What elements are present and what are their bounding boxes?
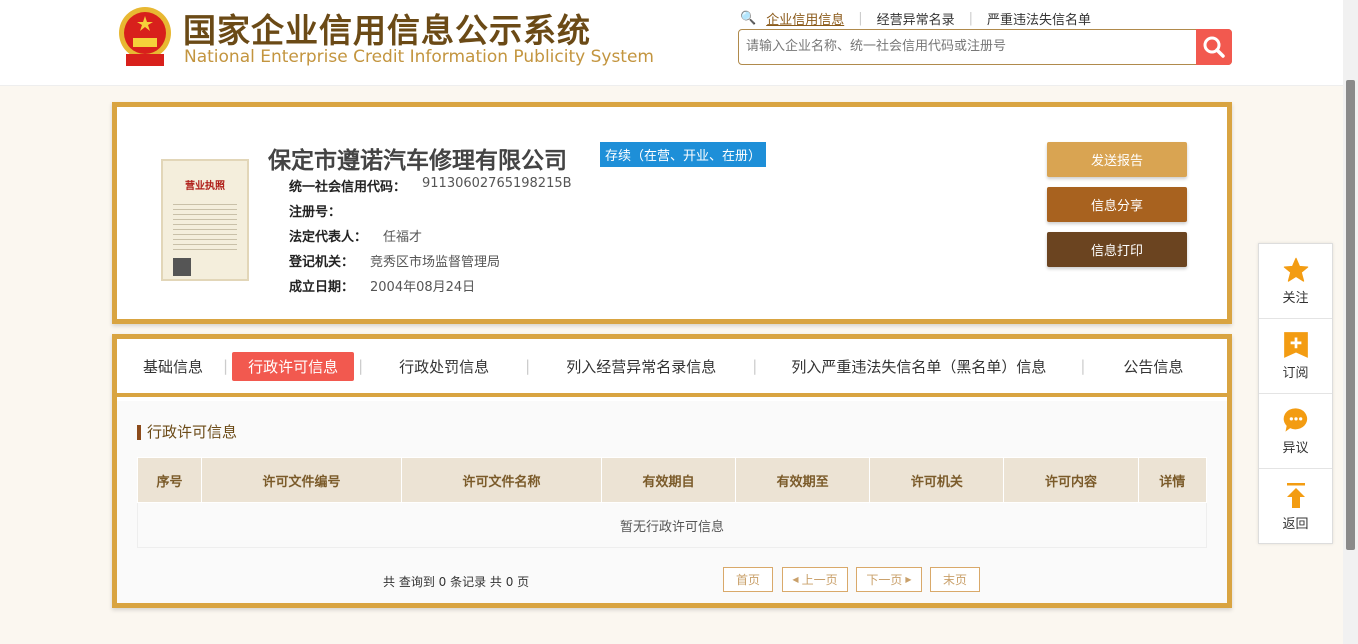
back-to-top-button[interactable]: 返回 (1259, 469, 1332, 544)
subscribe-button[interactable]: 订阅 (1259, 319, 1332, 394)
license-table: 序号 许可文件编号 许可文件名称 有效期自 有效期至 许可机关 许可内容 详情 … (137, 457, 1208, 548)
side-toolbar: 关注 订阅 异议 返回 (1258, 243, 1333, 544)
tab-basic-info[interactable]: 基础信息 (127, 352, 219, 381)
search-box (738, 29, 1232, 65)
business-license-image: 营业执照 (161, 159, 249, 281)
empty-message: 暂无行政许可信息 (137, 502, 1207, 548)
license-title: 营业执照 (185, 181, 225, 192)
national-emblem-icon (119, 7, 171, 66)
divider: | (858, 11, 863, 26)
back-label: 返回 (1282, 516, 1309, 532)
link-abnormal-list[interactable]: 经营异常名录 (877, 9, 955, 28)
table-row: 暂无行政许可信息 (137, 502, 1207, 548)
arrow-up-icon (1286, 482, 1305, 508)
search-input[interactable] (739, 30, 1189, 62)
field-legal-rep: 法定代表人： 任福才 (289, 230, 423, 245)
column-header: 许可文件名称 (400, 457, 602, 503)
column-header: 许可文件编号 (201, 457, 402, 503)
column-header: 有效期自 (600, 457, 737, 503)
company-name: 保定市遵诺汽车修理有限公司 (268, 148, 567, 174)
print-info-button[interactable]: 信息打印 (1047, 232, 1187, 267)
send-report-button[interactable]: 发送报告 (1047, 142, 1187, 177)
bookmark-plus-icon (1283, 332, 1308, 358)
company-info-card: 营业执照 保定市遵诺汽车修理有限公司 存续（在营、开业、在册） 统一社会信用代码… (112, 102, 1232, 324)
field-credit-code: 统一社会信用代码： 91130602765198215B (289, 176, 572, 195)
section-title: 行政许可信息 (137, 425, 237, 440)
column-header: 序号 (137, 457, 202, 503)
subscribe-label: 订阅 (1282, 366, 1309, 381)
scrollbar[interactable] (1343, 0, 1358, 644)
tab-bar: 基础信息 | 行政许可信息 | 行政处罚信息 | 列入经营异常名录信息 | 列入严重违法… (117, 339, 1227, 397)
divider: | (968, 11, 973, 26)
objection-button[interactable]: 异议 (1259, 394, 1332, 469)
link-blacklist[interactable]: 严重违法失信名单 (987, 9, 1091, 28)
search-button[interactable] (1196, 29, 1232, 65)
column-header: 详情 (1137, 457, 1208, 503)
objection-label: 异议 (1282, 441, 1309, 456)
next-page-button[interactable]: 下一页 ▶ (856, 567, 922, 592)
scrollbar-thumb[interactable] (1346, 80, 1355, 550)
tab-abnormal-list[interactable]: 列入经营异常名录信息 (550, 352, 732, 381)
status-badge: 存续（在营、开业、在册） (600, 142, 767, 167)
search-category-links: 🔍 企业信用信息 | 经营异常名录 | 严重违法失信名单 (740, 9, 1091, 28)
site-subtitle: National Enterprise Credit Information P… (184, 47, 654, 67)
share-info-button[interactable]: 信息分享 (1047, 187, 1187, 222)
follow-label: 关注 (1282, 291, 1309, 306)
table-header-row: 序号 许可文件编号 许可文件名称 有效期自 有效期至 许可机关 许可内容 详情 (137, 457, 1208, 503)
tab-announcements[interactable]: 公告信息 (1107, 352, 1199, 381)
details-card: 基础信息 | 行政许可信息 | 行政处罚信息 | 列入经营异常名录信息 | 列入严重违法… (112, 334, 1232, 608)
magnifier-icon: 🔍 (740, 11, 757, 26)
field-authority: 登记机关： 竞秀区市场监督管理局 (289, 255, 501, 270)
star-icon (1283, 257, 1308, 282)
tab-admin-license[interactable]: 行政许可信息 (232, 351, 355, 381)
field-established: 成立日期： 2004年08月24日 (289, 280, 476, 295)
first-page-button[interactable]: 首页 (723, 567, 773, 592)
site-header: 国家企业信用信息公示系统 National Enterprise Credit … (0, 0, 1343, 86)
site-title: 国家企业信用信息公示系统 (183, 11, 591, 50)
tab-blacklist[interactable]: 列入严重违法失信名单（黑名单）信息 (775, 352, 1062, 381)
last-page-button[interactable]: 末页 (930, 567, 980, 592)
tab-admin-penalty[interactable]: 行政处罚信息 (383, 352, 505, 381)
column-header: 许可机关 (869, 457, 1005, 503)
column-header: 许可内容 (1003, 457, 1139, 503)
record-count: 共 查询到 0 条记录 共 0 页 (383, 575, 530, 589)
search-icon (1203, 36, 1225, 58)
prev-page-button[interactable]: ◀ 上一页 (782, 567, 848, 592)
follow-button[interactable]: 关注 (1259, 244, 1332, 319)
link-enterprise-credit[interactable]: 企业信用信息 (766, 9, 844, 28)
column-header: 有效期至 (735, 457, 871, 503)
admin-license-panel: 行政许可信息 序号 许可文件编号 许可文件名称 有效期自 有效期至 许可机关 许… (117, 401, 1227, 603)
field-reg-no: 注册号： (289, 205, 342, 220)
chat-bubble-icon (1283, 408, 1307, 432)
